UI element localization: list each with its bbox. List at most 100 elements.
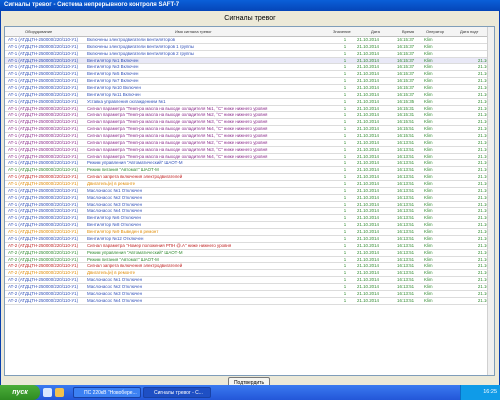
table-row[interactable]: АТ-2 (АТДЦТН-250000/220/110-У1) Режим упр…	[5, 250, 494, 257]
cell-value: 1	[343, 43, 347, 49]
folder-icon[interactable]	[55, 388, 64, 397]
table-row[interactable]: АТ-2 (АТДЦТН-250000/220/110-У1) Двигатель…	[5, 270, 494, 278]
cell-operator: Klim	[424, 256, 433, 262]
cell-time: 16:15:37	[397, 64, 415, 70]
table-row[interactable]: АТ-1 (АТДЦТН-250000/220/110-У1) Режим упр…	[5, 160, 494, 168]
column-header-operator[interactable]: Оператор	[426, 27, 444, 36]
desktop-icon[interactable]	[43, 388, 52, 397]
table-row[interactable]: АТ-1 (АТДЦТН-250000/220/110-У1) Вентилято…	[5, 222, 494, 230]
cell-date: 21.10.2014	[357, 297, 379, 303]
cell-operator: Klim	[424, 208, 433, 214]
cell-operator: Klim	[424, 112, 433, 118]
taskbar-item-alarms[interactable]: Сигналы тревог - С...	[143, 387, 211, 398]
cell-signal-name: Вентилятор №6 Отключен	[87, 215, 141, 221]
vertical-scrollbar[interactable]	[487, 27, 494, 375]
cell-time: 16:15:31	[397, 112, 415, 118]
table-row[interactable]: АТ-1 (АТДЦТН-250000/220/110-У1) Сигнал па…	[5, 140, 494, 147]
cell-equipment: АТ-1 (АТДЦТН-250000/220/110-У1)	[8, 85, 79, 91]
table-row[interactable]: АТ-1 (АТДЦТН-250000/220/110-У1) Вентилято…	[5, 236, 494, 243]
table-row[interactable]: АТ-1 (АТДЦТН-250000/220/110-У1) Режим пит…	[5, 167, 494, 175]
table-row[interactable]: АТ-2 (АТДЦТН-250000/220/110-У1) Маслонасо…	[5, 284, 494, 291]
table-row[interactable]: АТ-2 (АТДЦТН-250000/220/110-У1) Маслонасо…	[5, 277, 494, 284]
table-row[interactable]: АТ-1 (АТДЦТН-250000/220/110-У1) Вентилято…	[5, 64, 494, 72]
start-button[interactable]: пуск	[0, 385, 40, 400]
table-row[interactable]: АТ-1 (АТДЦТН-250000/220/110-У1) Сигнал па…	[5, 147, 494, 154]
table-row[interactable]: АТ-1 (АТДЦТН-250000/220/110-У1) Сигнал па…	[5, 133, 494, 140]
cell-value: 1	[343, 208, 347, 214]
table-row[interactable]: АТ-2 (АТДЦТН-250000/220/110-У1) Сигнал па…	[5, 243, 494, 250]
table-row[interactable]: АТ-2 (АТДЦТН-250000/220/110-У1) Маслонасо…	[5, 291, 494, 298]
cell-value: 1	[343, 57, 347, 63]
cell-operator: Klim	[424, 133, 433, 139]
cell-time: 16:13:51	[397, 139, 415, 145]
table-row[interactable]: АТ-1 (АТДЦТН-250000/220/110-У1) Сигнал па…	[5, 106, 494, 113]
cell-equipment: АТ-1 (АТДЦТН-250000/220/110-У1)	[8, 174, 79, 180]
cell-value: 1	[343, 256, 347, 262]
table-row[interactable]: АТ-2 (АТДЦТН-250000/220/110-У1) Режим пит…	[5, 257, 494, 264]
cell-time: 16:15:35	[397, 98, 415, 104]
cell-time: 16:13:51	[397, 146, 415, 152]
column-header-date[interactable]: Дата	[371, 27, 380, 36]
table-row[interactable]: АТ-2 (АТДЦТН-250000/220/110-У1) Сигнал за…	[5, 263, 494, 271]
cell-date: 21.10.2014	[357, 43, 379, 49]
cell-equipment: АТ-1 (АТДЦТН-250000/220/110-У1)	[8, 229, 79, 235]
table-row[interactable]: АТ-1 (АТДЦТН-250000/220/110-У1) Включены …	[5, 37, 494, 44]
cell-date: 21.10.2014	[357, 222, 379, 228]
table-row[interactable]: АТ-1 (АТДЦТН-250000/220/110-У1) Вентилято…	[5, 78, 494, 86]
table-row[interactable]: АТ-1 (АТДЦТН-250000/220/110-У1) Маслонасо…	[5, 195, 494, 202]
cell-signal-name: Вентилятор №12 Отключен	[87, 235, 144, 241]
table-row[interactable]: АТ-2 (АТДЦТН-250000/220/110-У1) Маслонасо…	[5, 298, 494, 305]
table-row[interactable]: АТ-1 (АТДЦТН-250000/220/110-У1) Уставка у…	[5, 99, 494, 106]
table-row[interactable]: АТ-1 (АТДЦТН-250000/220/110-У1) Вентилято…	[5, 92, 494, 99]
window-title: Сигналы тревог - Система непрерывного ко…	[0, 0, 500, 11]
cell-operator: Klim	[424, 105, 433, 111]
cell-operator: Klim	[424, 139, 433, 145]
cell-signal-name: Сигнал параметра "Темп-ра масла на выход…	[87, 153, 268, 159]
cell-signal-name: Сигнал запрета включения электродвигател…	[87, 174, 183, 180]
cell-value: 1	[343, 187, 347, 193]
alarm-table[interactable]: Оборудование Имя сигнала тревог Значение…	[4, 26, 495, 376]
cell-date: 21.10.2014	[357, 167, 379, 173]
table-row[interactable]: АТ-1 (АТДЦТН-250000/220/110-У1) Сигнал па…	[5, 112, 494, 120]
table-row[interactable]: АТ-1 (АТДЦТН-250000/220/110-У1) Вентилято…	[5, 71, 494, 79]
cell-value: 1	[343, 146, 347, 152]
column-header-confirm-date[interactable]: Дата подт	[460, 27, 478, 36]
table-row[interactable]: АТ-1 (АТДЦТН-250000/220/110-У1) Двигатель…	[5, 181, 494, 188]
table-row[interactable]: АТ-1 (АТДЦТН-250000/220/110-У1) Сигнал па…	[5, 119, 494, 127]
cell-signal-name: Режим управления "Автоматический" ШАОТ-М	[87, 160, 183, 166]
table-row[interactable]: АТ-1 (АТДЦТН-250000/220/110-У1) Сигнал па…	[5, 154, 494, 161]
table-row[interactable]: АТ-1 (АТДЦТН-250000/220/110-У1) Включены …	[5, 44, 494, 51]
cell-date: 21.10.2014	[357, 139, 379, 145]
taskbar-item-substation[interactable]: ПС 220кВ "Новобере...	[73, 387, 141, 398]
cell-date: 21.10.2014	[357, 85, 379, 91]
column-header-value[interactable]: Значение	[333, 27, 351, 36]
column-header-signal[interactable]: Имя сигнала тревог	[175, 27, 212, 36]
column-header-equipment[interactable]: Оборудование	[25, 27, 52, 36]
cell-date: 21.10.2014	[357, 71, 379, 77]
cell-signal-name: Двигатель(и) в ремонте	[87, 181, 136, 187]
cell-operator: Klim	[424, 235, 433, 241]
cell-value: 1	[343, 181, 347, 187]
cell-signal-name: Режим питания "Автомат" ШАОТ-М	[87, 256, 159, 262]
table-row[interactable]: АТ-1 (АТДЦТН-250000/220/110-У1) Сигнал па…	[5, 126, 494, 134]
cell-signal-name: Включены электродвигатели вентиляторов 1…	[87, 43, 194, 49]
column-header-time[interactable]: Время	[402, 27, 414, 36]
table-row[interactable]: АТ-1 (АТДЦТН-250000/220/110-У1) Вентилято…	[5, 215, 494, 223]
table-row[interactable]: АТ-1 (АТДЦТН-250000/220/110-У1) Вентилято…	[5, 57, 494, 65]
cell-equipment: АТ-1 (АТДЦТН-250000/220/110-У1)	[8, 181, 79, 187]
table-row[interactable]: АТ-1 (АТДЦТН-250000/220/110-У1) Маслонасо…	[5, 202, 494, 209]
table-row[interactable]: АТ-1 (АТДЦТН-250000/220/110-У1) Вентилято…	[5, 229, 494, 236]
cell-value: 1	[343, 37, 347, 42]
table-row[interactable]: АТ-1 (АТДЦТН-250000/220/110-У1) Вентилято…	[5, 85, 494, 92]
table-row[interactable]: АТ-1 (АТДЦТН-250000/220/110-У1) Маслонасо…	[5, 188, 494, 195]
cell-time: 16:13:51	[397, 242, 415, 248]
cell-time: 16:15:37	[397, 50, 415, 56]
cell-signal-name: Режим питания "Автомат" ШАОТ-М	[87, 167, 159, 173]
table-row[interactable]: АТ-1 (АТДЦТН-250000/220/110-У1) Сигнал за…	[5, 174, 494, 182]
table-row[interactable]: АТ-1 (АТДЦТН-250000/220/110-У1) Маслонасо…	[5, 208, 494, 216]
cell-date: 21.10.2014	[357, 194, 379, 200]
cell-value: 1	[343, 64, 347, 70]
cell-operator: Klim	[424, 167, 433, 173]
table-row[interactable]: АТ-1 (АТДЦТН-250000/220/110-У1) Включены …	[5, 51, 494, 58]
cell-time: 16:13:51	[397, 208, 415, 214]
